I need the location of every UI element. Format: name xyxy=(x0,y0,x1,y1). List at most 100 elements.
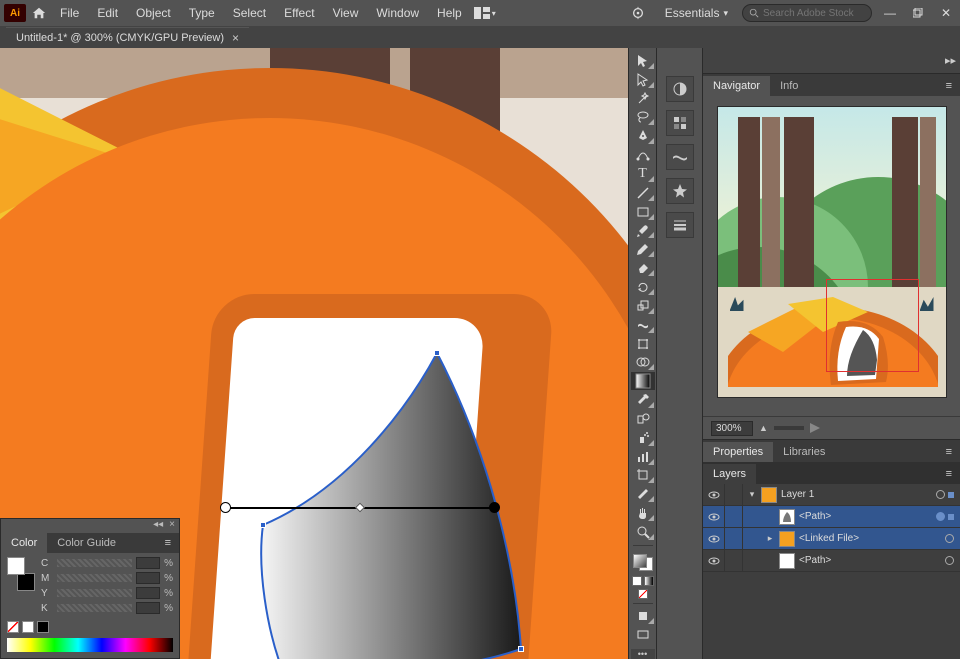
lock-toggle[interactable] xyxy=(725,528,743,549)
gradient-midpoint-handle[interactable] xyxy=(355,503,365,513)
scale-tool[interactable] xyxy=(631,297,655,315)
panel-icon-brushes[interactable] xyxy=(666,144,694,170)
width-tool[interactable] xyxy=(631,316,655,334)
curvature-tool[interactable] xyxy=(631,146,655,164)
layer-row[interactable]: <Path> xyxy=(703,506,960,528)
lock-toggle[interactable] xyxy=(725,484,743,505)
tab-info[interactable]: Info xyxy=(770,76,808,96)
magic-wand-tool[interactable] xyxy=(631,90,655,108)
slice-tool[interactable] xyxy=(631,485,655,503)
fill-stroke-swatch[interactable] xyxy=(7,557,35,591)
layer-name[interactable]: Layer 1 xyxy=(781,489,814,500)
anchor-point[interactable] xyxy=(434,350,440,356)
fill-swatch[interactable] xyxy=(633,554,647,568)
gradient-end-handle[interactable] xyxy=(489,502,500,513)
disclosure-triangle[interactable]: ▾ xyxy=(747,489,757,500)
selection-tool[interactable] xyxy=(631,52,655,70)
panel-menu-icon[interactable]: ≡ xyxy=(938,464,960,484)
target-icon[interactable] xyxy=(936,490,945,499)
eraser-tool[interactable] xyxy=(631,259,655,277)
navigator-proxy-view[interactable] xyxy=(717,106,947,398)
layer-name[interactable]: <Path> xyxy=(799,555,831,566)
menu-edit[interactable]: Edit xyxy=(89,2,126,24)
type-tool[interactable]: T xyxy=(631,165,655,183)
stock-search[interactable] xyxy=(742,4,872,22)
panel-menu-icon[interactable]: ≡ xyxy=(938,442,960,462)
fill-stroke-swatch[interactable] xyxy=(631,552,655,573)
gradient-annotator[interactable] xyxy=(225,502,495,514)
menu-select[interactable]: Select xyxy=(225,2,274,24)
tab-color[interactable]: Color xyxy=(1,533,47,553)
shaper-tool[interactable] xyxy=(631,240,655,258)
black-swatch[interactable] xyxy=(37,621,49,633)
paintbrush-tool[interactable] xyxy=(631,222,655,240)
layer-row[interactable]: ▾ Layer 1 xyxy=(703,484,960,506)
menu-view[interactable]: View xyxy=(325,2,367,24)
tab-layers[interactable]: Layers xyxy=(703,464,756,484)
panel-menu-icon[interactable]: ≡ xyxy=(938,76,960,96)
panel-icon-symbols[interactable] xyxy=(666,178,694,204)
white-swatch[interactable] xyxy=(22,621,34,633)
shape-builder-tool[interactable] xyxy=(631,354,655,372)
anchor-point[interactable] xyxy=(260,522,266,528)
tab-navigator[interactable]: Navigator xyxy=(703,76,770,96)
free-transform-tool[interactable] xyxy=(631,335,655,353)
document-tab[interactable]: Untitled-1* @ 300% (CMYK/GPU Preview) × xyxy=(6,27,249,48)
target-icon[interactable] xyxy=(936,512,945,521)
anchor-point[interactable] xyxy=(518,646,524,652)
lock-toggle[interactable] xyxy=(725,550,743,571)
panel-collapse-icon[interactable]: ▸▸ xyxy=(945,54,956,67)
close-tab-icon[interactable]: × xyxy=(232,31,239,45)
hand-tool[interactable] xyxy=(631,504,655,522)
lock-toggle[interactable] xyxy=(725,506,743,527)
screen-mode[interactable] xyxy=(631,626,655,644)
slider-track[interactable] xyxy=(57,589,132,597)
navigator-zoom-slider[interactable] xyxy=(774,426,804,430)
menu-effect[interactable]: Effect xyxy=(276,2,322,24)
window-minimize-icon[interactable]: — xyxy=(880,3,900,23)
stock-search-input[interactable] xyxy=(763,8,865,19)
panel-icon-swatches[interactable] xyxy=(666,110,694,136)
channel-value[interactable] xyxy=(136,587,160,599)
menu-window[interactable]: Window xyxy=(368,2,427,24)
tab-properties[interactable]: Properties xyxy=(703,442,773,462)
zoom-tool[interactable] xyxy=(631,523,655,541)
disclosure-triangle[interactable]: ▸ xyxy=(765,533,775,544)
direct-selection-tool[interactable] xyxy=(631,71,655,89)
draw-mode-normal[interactable] xyxy=(631,607,655,625)
visibility-toggle[interactable] xyxy=(703,484,725,505)
navigator-view-box[interactable] xyxy=(826,279,919,372)
panel-icon-color[interactable] xyxy=(666,76,694,102)
target-icon[interactable] xyxy=(945,534,954,543)
gradient-start-handle[interactable] xyxy=(220,502,231,513)
blend-tool[interactable] xyxy=(631,410,655,428)
panel-close-icon[interactable]: × xyxy=(169,519,175,533)
line-segment-tool[interactable] xyxy=(631,184,655,202)
symbol-sprayer-tool[interactable] xyxy=(631,429,655,447)
zoom-in-icon[interactable] xyxy=(810,423,820,433)
layer-name[interactable]: <Path> xyxy=(799,511,831,522)
color-mode-gradient[interactable] xyxy=(644,576,654,586)
channel-value[interactable] xyxy=(136,572,160,584)
edit-toolbar[interactable]: ••• xyxy=(631,649,655,659)
slider-track[interactable] xyxy=(57,559,132,567)
pen-tool[interactable] xyxy=(631,127,655,145)
window-restore-icon[interactable] xyxy=(908,3,928,23)
menu-object[interactable]: Object xyxy=(128,2,179,24)
color-mode-solid[interactable] xyxy=(632,576,642,586)
menu-type[interactable]: Type xyxy=(181,2,223,24)
tab-color-guide[interactable]: Color Guide xyxy=(47,533,126,553)
color-mode-none[interactable] xyxy=(638,589,648,599)
lasso-tool[interactable] xyxy=(631,109,655,127)
workspace-switcher[interactable]: Essentials ▾ xyxy=(659,4,734,22)
visibility-toggle[interactable] xyxy=(703,550,725,571)
slider-track[interactable] xyxy=(57,574,132,582)
slider-track[interactable] xyxy=(57,604,132,612)
visibility-toggle[interactable] xyxy=(703,506,725,527)
column-graph-tool[interactable] xyxy=(631,448,655,466)
window-close-icon[interactable]: ✕ xyxy=(936,3,956,23)
panel-menu-icon[interactable]: ≡ xyxy=(157,533,179,553)
layer-row[interactable]: <Path> xyxy=(703,550,960,572)
gradient-tool[interactable] xyxy=(631,372,655,390)
panel-icon-stroke[interactable] xyxy=(666,212,694,238)
